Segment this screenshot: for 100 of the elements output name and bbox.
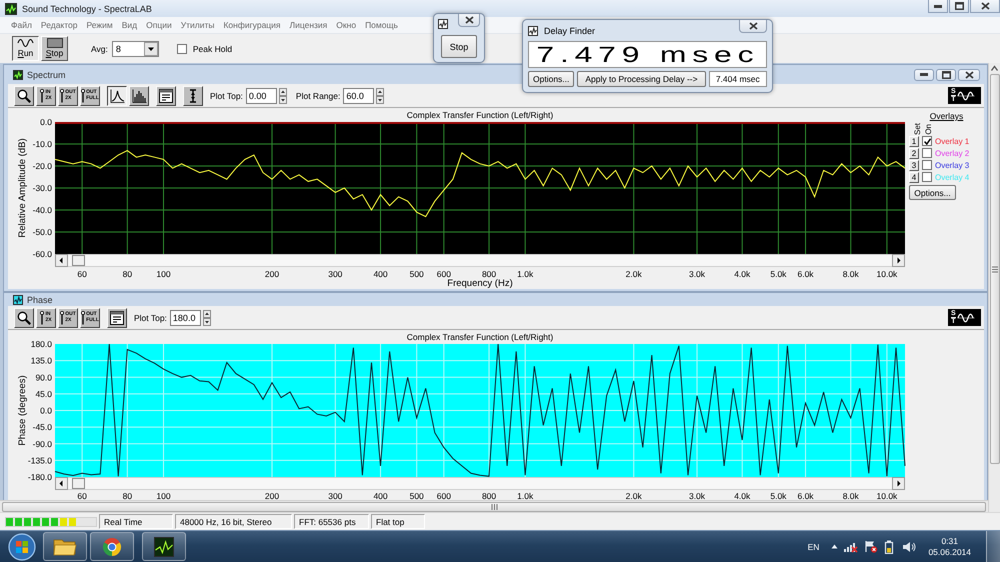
x-tick-label: 2.0k: [626, 269, 642, 279]
x-tick-label: 400: [373, 491, 388, 500]
flag-icon[interactable]: [864, 540, 878, 553]
spinner-icon[interactable]: [376, 88, 384, 104]
run-button[interactable]: Run: [12, 36, 39, 61]
menu-item[interactable]: Файл: [11, 20, 32, 30]
overlay-set-button[interactable]: 1: [909, 136, 919, 146]
bar-mode-button[interactable]: [129, 86, 149, 106]
language-indicator[interactable]: EN: [808, 542, 820, 552]
apply-button[interactable]: Apply to Processing Delay -->: [577, 71, 706, 87]
x-tick-label: 8.0k: [842, 491, 859, 500]
x-tick-label: 200: [264, 491, 280, 500]
input-field[interactable]: 0.00: [246, 88, 277, 104]
x-tick-label: 200: [264, 269, 280, 279]
scroll-thumb[interactable]: [72, 255, 85, 266]
taskbar-button[interactable]: [90, 532, 134, 561]
close-button[interactable]: [970, 0, 1000, 13]
stop-icon: [46, 38, 62, 48]
up-arrow-icon[interactable]: [831, 544, 838, 549]
close-icon: [748, 22, 758, 30]
close-button[interactable]: [739, 20, 767, 33]
checkbox[interactable]: [922, 160, 932, 170]
plot-scrollbar[interactable]: [55, 477, 905, 490]
y-tick-label: -20.0: [32, 161, 52, 171]
taskbar-button[interactable]: [43, 532, 87, 561]
options-button[interactable]: Options...: [528, 71, 574, 87]
close-button[interactable]: [458, 14, 480, 27]
overlay-label[interactable]: Overlay 3: [935, 160, 970, 170]
y-tick-label: 0.0: [40, 117, 52, 127]
delay-reading: 7.479 msec: [528, 41, 767, 68]
grip-icon: [490, 504, 498, 510]
overlays-heading: Overlays: [930, 111, 964, 121]
y-tick-label: -40.0: [32, 205, 52, 215]
scroll-right-button[interactable]: [892, 477, 905, 490]
clock-time[interactable]: 0:31: [941, 536, 958, 546]
x-tick-label: 400: [373, 269, 388, 279]
menu-item[interactable]: Режим: [86, 20, 113, 30]
x-tick-label: 80: [122, 269, 132, 279]
scroll-right-button[interactable]: [892, 254, 905, 267]
line-mode-button[interactable]: [107, 86, 127, 106]
overlay-set-button[interactable]: 2: [909, 148, 919, 158]
properties-button[interactable]: [156, 86, 176, 106]
x-tick-label: 3.0k: [688, 269, 706, 279]
show-desktop-button[interactable]: [986, 531, 1000, 562]
scroll-thumb[interactable]: [72, 478, 85, 489]
zoom-button[interactable]: [14, 308, 34, 328]
stop-button[interactable]: Stop: [441, 35, 477, 58]
scroll-left-button[interactable]: [55, 254, 68, 267]
overlay-label[interactable]: Overlay 1: [935, 136, 970, 146]
scroll-left-button[interactable]: [55, 477, 68, 490]
minimize-button[interactable]: [928, 0, 948, 13]
scroll-thumb[interactable]: [990, 74, 1000, 464]
menu-item[interactable]: Лицензия: [290, 20, 328, 30]
sine-wave-icon: [956, 312, 975, 324]
cursor-button[interactable]: [183, 86, 203, 106]
maximize-button[interactable]: [936, 68, 956, 80]
magnifier-icon: [17, 310, 31, 324]
column-label: On: [924, 124, 933, 135]
scroll-up-icon[interactable]: [990, 64, 999, 73]
menu-item[interactable]: Вид: [122, 20, 138, 30]
close-button[interactable]: [958, 68, 980, 80]
waveform-icon: [528, 26, 538, 36]
checkbox[interactable]: [922, 136, 932, 146]
overlay-set-button[interactable]: 3: [909, 160, 919, 170]
menu-item[interactable]: Помощь: [365, 20, 398, 30]
orb-icon: [8, 532, 36, 560]
plot-scrollbar[interactable]: [55, 254, 905, 267]
caret-icon: [144, 42, 158, 56]
maximize-button[interactable]: [949, 0, 969, 13]
avg-dropdown[interactable]: 8: [112, 40, 159, 56]
options-button[interactable]: Options...: [909, 185, 956, 200]
menu-item[interactable]: Опции: [146, 20, 172, 30]
checkbox[interactable]: [922, 172, 932, 182]
signal-bars-icon[interactable]: [844, 540, 858, 553]
input-field[interactable]: 60.0: [343, 88, 374, 104]
zoom-button[interactable]: [14, 86, 34, 106]
stop-button[interactable]: Stop: [41, 36, 68, 61]
input-field[interactable]: 180.0: [170, 310, 201, 326]
menu-item[interactable]: Утилиты: [180, 20, 214, 30]
field-label: Plot Range:: [296, 90, 340, 100]
y-tick-label: -10.0: [32, 139, 52, 149]
folder-icon: [53, 537, 77, 556]
properties-button[interactable]: [107, 308, 127, 328]
taskbar-button[interactable]: [142, 532, 186, 561]
menu-item[interactable]: Редактор: [40, 20, 78, 30]
y-tick-label: -45.0: [32, 422, 52, 432]
menu-item[interactable]: Конфигурация: [223, 20, 281, 30]
checkbox[interactable]: [176, 44, 187, 54]
spinner-icon[interactable]: [278, 88, 287, 104]
spinner-icon[interactable]: [202, 310, 211, 326]
clock-date[interactable]: 05.06.2014: [928, 546, 971, 558]
minimize-button[interactable]: [914, 68, 934, 80]
y-tick-label: -90.0: [32, 438, 52, 449]
y-tick-label: 0.0: [40, 406, 52, 416]
checkbox[interactable]: [922, 148, 932, 158]
x-tick-label: 4.0k: [734, 269, 750, 279]
vertical-scrollbar[interactable]: [988, 63, 1000, 512]
menu-item[interactable]: Окно: [336, 20, 356, 30]
overlay-set-button[interactable]: 4: [909, 172, 919, 182]
speaker-icon[interactable]: [902, 540, 916, 552]
